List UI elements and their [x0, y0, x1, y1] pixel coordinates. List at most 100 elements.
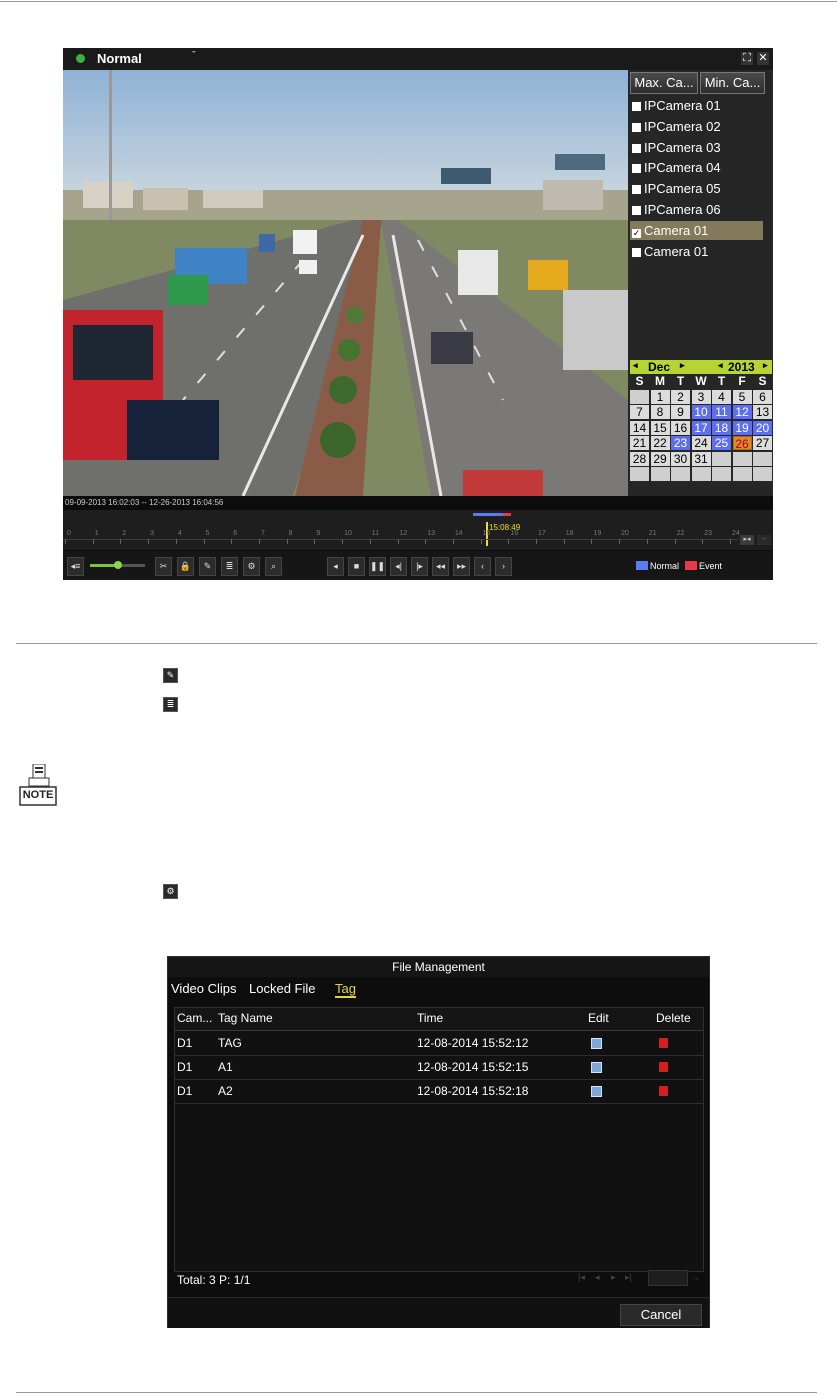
camera-item[interactable]: IPCamera 01 [630, 96, 763, 115]
calendar-day[interactable]: 8 [650, 405, 670, 419]
calendar-day[interactable]: 7 [630, 405, 649, 419]
prev-page-icon[interactable]: ◂ [595, 1272, 600, 1283]
checkbox-checked-icon[interactable]: ✓ [632, 228, 641, 238]
cancel-button[interactable]: Cancel [620, 1304, 702, 1326]
camera-item[interactable]: IPCamera 02 [630, 117, 763, 136]
volume-slider-handle[interactable] [114, 561, 122, 569]
edit-icon[interactable] [591, 1086, 602, 1097]
camera-item[interactable]: ✓ Camera 01 [630, 220, 763, 240]
last-page-icon[interactable]: ▸| [625, 1272, 632, 1283]
edit-icon[interactable] [591, 1062, 602, 1073]
calendar-day[interactable]: 25 [712, 436, 731, 450]
month-next-icon[interactable]: ▸ [680, 360, 685, 371]
prev-icon[interactable]: ‹ [474, 557, 491, 576]
edit-icon[interactable] [591, 1038, 602, 1049]
column-header-tag-name[interactable]: Tag Name [218, 1011, 273, 1025]
zoom-icon[interactable]: ⌕ [265, 557, 282, 576]
tab-locked-file[interactable]: Locked File [249, 981, 315, 996]
fast-rewind-icon[interactable]: ◂◂ [432, 557, 449, 576]
calendar-day[interactable]: 6 [753, 389, 772, 404]
calendar-day[interactable]: 1 [650, 389, 670, 404]
page-number-input[interactable] [648, 1270, 688, 1286]
delete-icon[interactable] [659, 1038, 668, 1048]
calendar-day[interactable]: 9 [671, 405, 690, 419]
calendar-day[interactable]: 15 [650, 420, 670, 435]
step-back-icon[interactable]: ◂| [390, 557, 407, 576]
checkbox-icon[interactable] [632, 122, 641, 132]
calendar-day[interactable]: 17 [691, 420, 711, 435]
month-prev-icon[interactable]: ◂ [633, 360, 638, 371]
table-row[interactable]: D1 A2 12-08-2014 15:52:18 [175, 1079, 703, 1104]
calendar-day[interactable]: 22 [650, 436, 670, 450]
calendar-day[interactable]: 21 [630, 436, 649, 450]
go-page-icon[interactable]: → [691, 1272, 700, 1282]
pause-icon[interactable]: ❚❚ [369, 557, 386, 576]
step-forward-icon[interactable]: |▸ [411, 557, 428, 576]
checkbox-icon[interactable] [632, 102, 641, 111]
calendar-day[interactable]: 19 [732, 420, 752, 435]
tag-list-icon[interactable]: ≣ [221, 557, 238, 576]
calendar-day[interactable]: 3 [691, 389, 711, 404]
camera-item[interactable]: IPCamera 04 [630, 158, 763, 177]
video-playback-frame[interactable] [63, 70, 628, 496]
min-camera-button[interactable]: Min. Ca... [700, 72, 765, 94]
table-row[interactable]: D1 TAG 12-08-2014 15:52:12 [175, 1031, 703, 1056]
calendar-day[interactable]: 26 [732, 436, 752, 451]
calendar-day[interactable]: 24 [691, 436, 711, 450]
stop-icon[interactable]: ■ [348, 557, 365, 576]
volume-icon[interactable]: ◂≡ [67, 557, 84, 576]
checkbox-icon[interactable] [632, 206, 641, 215]
year-prev-icon[interactable]: ◂ [718, 360, 723, 371]
timeline-bar[interactable]: 15:08:49 0 1 2 3 4 5 6 7 8 9 10 11 12 13 14 15 16 17 18 19 2… [63, 510, 773, 550]
calendar-day[interactable]: 31 [691, 451, 711, 466]
calendar-day[interactable]: 27 [753, 436, 772, 450]
delete-icon[interactable] [659, 1086, 668, 1096]
calendar-day[interactable]: 4 [712, 389, 731, 404]
calendar-day[interactable]: 5 [732, 389, 752, 404]
calendar-day[interactable]: 10 [691, 405, 711, 419]
close-icon[interactable]: ✕ [757, 52, 769, 65]
year-next-icon[interactable]: ▸ [763, 360, 768, 371]
calendar-day[interactable]: 13 [753, 405, 772, 419]
fullscreen-icon[interactable]: ⛶ [741, 52, 753, 65]
calendar-day[interactable]: 23 [671, 436, 690, 450]
chevron-down-icon[interactable]: ˇ [192, 50, 196, 62]
volume-slider[interactable] [90, 561, 145, 569]
calendar-day[interactable]: 28 [630, 451, 649, 466]
next-icon[interactable]: › [495, 557, 512, 576]
checkbox-icon[interactable] [632, 143, 641, 153]
calendar-day[interactable]: 29 [650, 451, 670, 466]
tab-tag[interactable]: Tag [335, 981, 356, 998]
calendar-day[interactable]: 12 [732, 405, 752, 419]
calendar-day[interactable]: 16 [671, 420, 690, 435]
delete-icon[interactable] [659, 1062, 668, 1072]
calendar-day[interactable]: 2 [671, 389, 690, 404]
calendar-day[interactable]: 30 [671, 451, 690, 466]
first-page-icon[interactable]: |◂ [578, 1272, 585, 1283]
checkbox-icon[interactable] [632, 164, 641, 174]
camera-item[interactable]: IPCamera 05 [630, 179, 763, 198]
fast-forward-icon[interactable]: ▸▸ [453, 557, 470, 576]
calendar-day[interactable]: 20 [753, 420, 772, 435]
calendar-day[interactable]: 18 [712, 420, 731, 435]
max-camera-button[interactable]: Max. Ca... [630, 72, 698, 94]
checkbox-icon[interactable] [632, 185, 641, 195]
reverse-play-icon[interactable]: ◂ [327, 557, 344, 576]
add-tag-icon[interactable]: ✎ [199, 557, 216, 576]
checkbox-icon[interactable] [632, 247, 641, 257]
camera-item[interactable]: IPCamera 03 [630, 138, 763, 157]
column-header-camera[interactable]: Cam... [177, 1011, 212, 1025]
calendar-day[interactable]: 14 [630, 420, 649, 435]
playback-mode-label[interactable]: Normal [97, 51, 142, 66]
column-header-time[interactable]: Time [417, 1011, 443, 1025]
tab-video-clips[interactable]: Video Clips [171, 981, 237, 996]
camera-item[interactable]: Camera 01 [630, 242, 763, 261]
lock-file-icon[interactable]: 🔒 [177, 557, 194, 576]
table-row[interactable]: D1 A1 12-08-2014 15:52:15 [175, 1055, 703, 1080]
next-page-icon[interactable]: ▸ [611, 1272, 616, 1283]
calendar-day[interactable]: 11 [712, 405, 731, 419]
settings-icon[interactable]: ⚙ [243, 557, 260, 576]
clip-icon[interactable]: ✂ [155, 557, 172, 576]
timeline-zoom-in-icon[interactable]: ▸◂ [740, 535, 754, 545]
timeline-zoom-out-icon[interactable]: -- [757, 535, 771, 545]
